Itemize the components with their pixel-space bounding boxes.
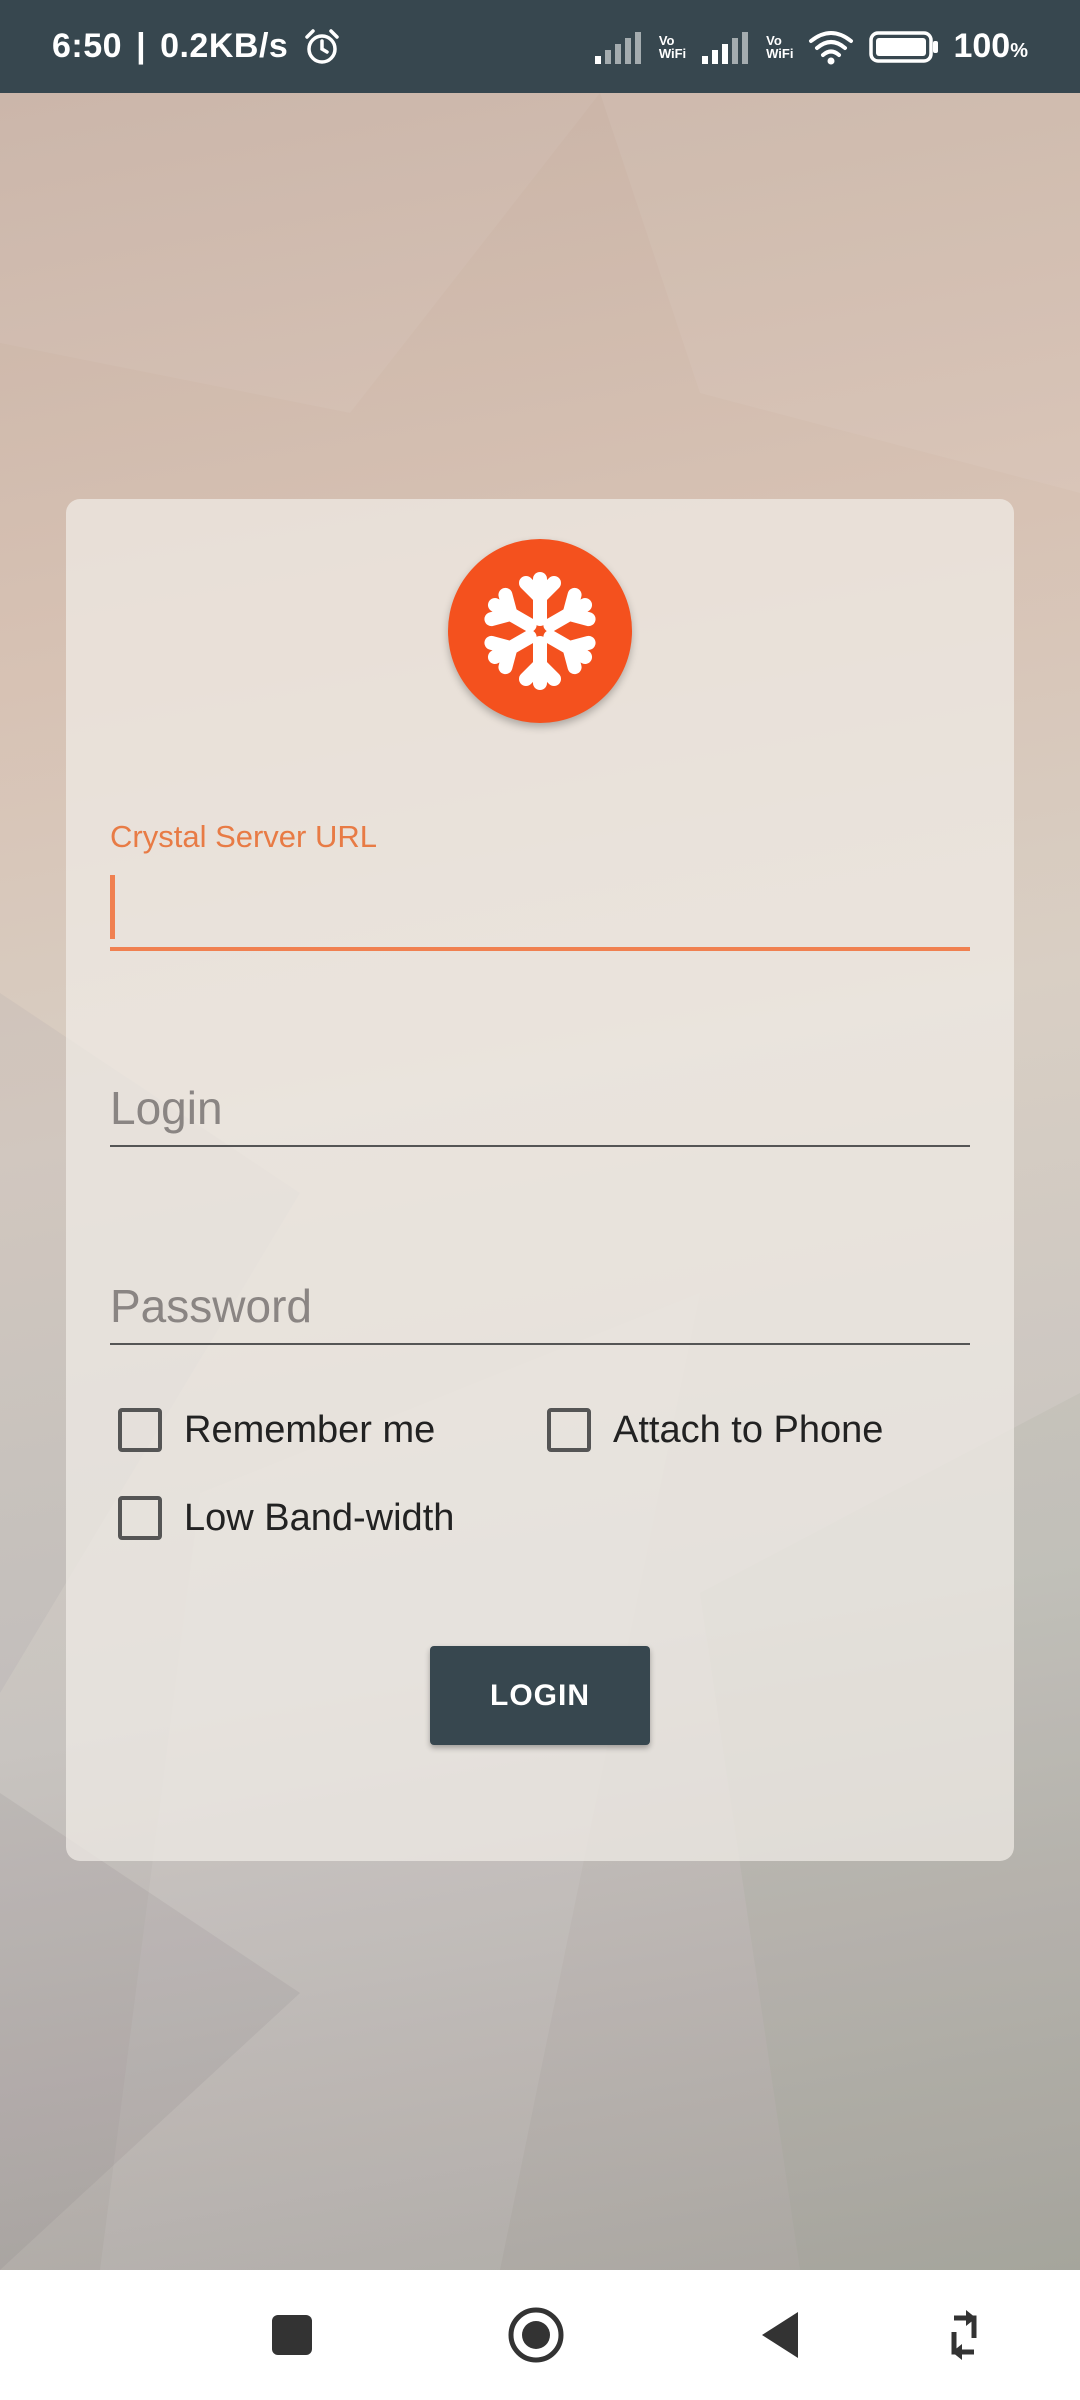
sim2-vowifi-label: Vo WiFi — [766, 34, 793, 60]
sim1-label-bottom: WiFi — [658, 45, 687, 61]
login-placeholder: Login — [110, 1082, 223, 1134]
server-url-label: Crystal Server URL — [110, 819, 377, 854]
wifi-icon — [807, 29, 855, 65]
snowflake-icon — [448, 539, 632, 723]
sim2-label-top: Vo — [766, 32, 782, 48]
password-placeholder: Password — [110, 1280, 312, 1332]
signal-icon — [593, 30, 645, 64]
low-bandwidth-label: Low Band-width — [184, 1496, 455, 1539]
attach-to-phone-label: Attach to Phone — [613, 1408, 884, 1451]
battery-percent: 100% — [953, 27, 1028, 66]
sim2-label-bottom: WiFi — [766, 45, 794, 61]
navigation-bar — [0, 2270, 1080, 2400]
rotate-icon[interactable] — [904, 2270, 1024, 2400]
signal-icon — [700, 30, 752, 64]
battery-percent-value: 100 — [953, 27, 1011, 65]
login-input[interactable]: Login — [110, 1069, 970, 1147]
recent-apps-icon[interactable] — [232, 2270, 352, 2400]
status-time: 6:50 — [52, 27, 123, 65]
text-caret — [110, 875, 115, 939]
status-left: 6:50 | 0.2KB/s — [52, 27, 342, 67]
alarm-icon — [302, 27, 342, 67]
login-button[interactable]: LOGIN — [430, 1646, 650, 1745]
sim1-label-top: Vo — [658, 32, 675, 48]
sim1-vowifi-label: Vo WiFi — [659, 34, 686, 60]
network-speed: 0.2KB/s — [160, 27, 289, 65]
battery-icon — [869, 30, 939, 64]
checkbox-box[interactable] — [118, 1496, 162, 1540]
server-url-input[interactable] — [110, 871, 970, 951]
battery-percent-unit: % — [1010, 40, 1028, 62]
login-card: Crystal Server URL Login Password Rememb… — [66, 499, 1014, 1861]
low-bandwidth-checkbox[interactable]: Low Band-width — [118, 1496, 454, 1540]
attach-to-phone-checkbox[interactable]: Attach to Phone — [547, 1408, 883, 1452]
checkbox-box[interactable] — [547, 1408, 591, 1452]
status-bar: 6:50 | 0.2KB/s Vo WiFi Vo WiFi 100% — [0, 0, 1080, 93]
home-icon[interactable] — [476, 2270, 596, 2400]
back-icon[interactable] — [720, 2270, 840, 2400]
status-right: Vo WiFi Vo WiFi 100% — [593, 27, 1028, 66]
remember-me-checkbox[interactable]: Remember me — [118, 1408, 435, 1452]
checkbox-box[interactable] — [118, 1408, 162, 1452]
remember-me-label: Remember me — [184, 1408, 436, 1451]
status-separator: | — [136, 27, 147, 65]
password-input[interactable]: Password — [110, 1267, 970, 1345]
